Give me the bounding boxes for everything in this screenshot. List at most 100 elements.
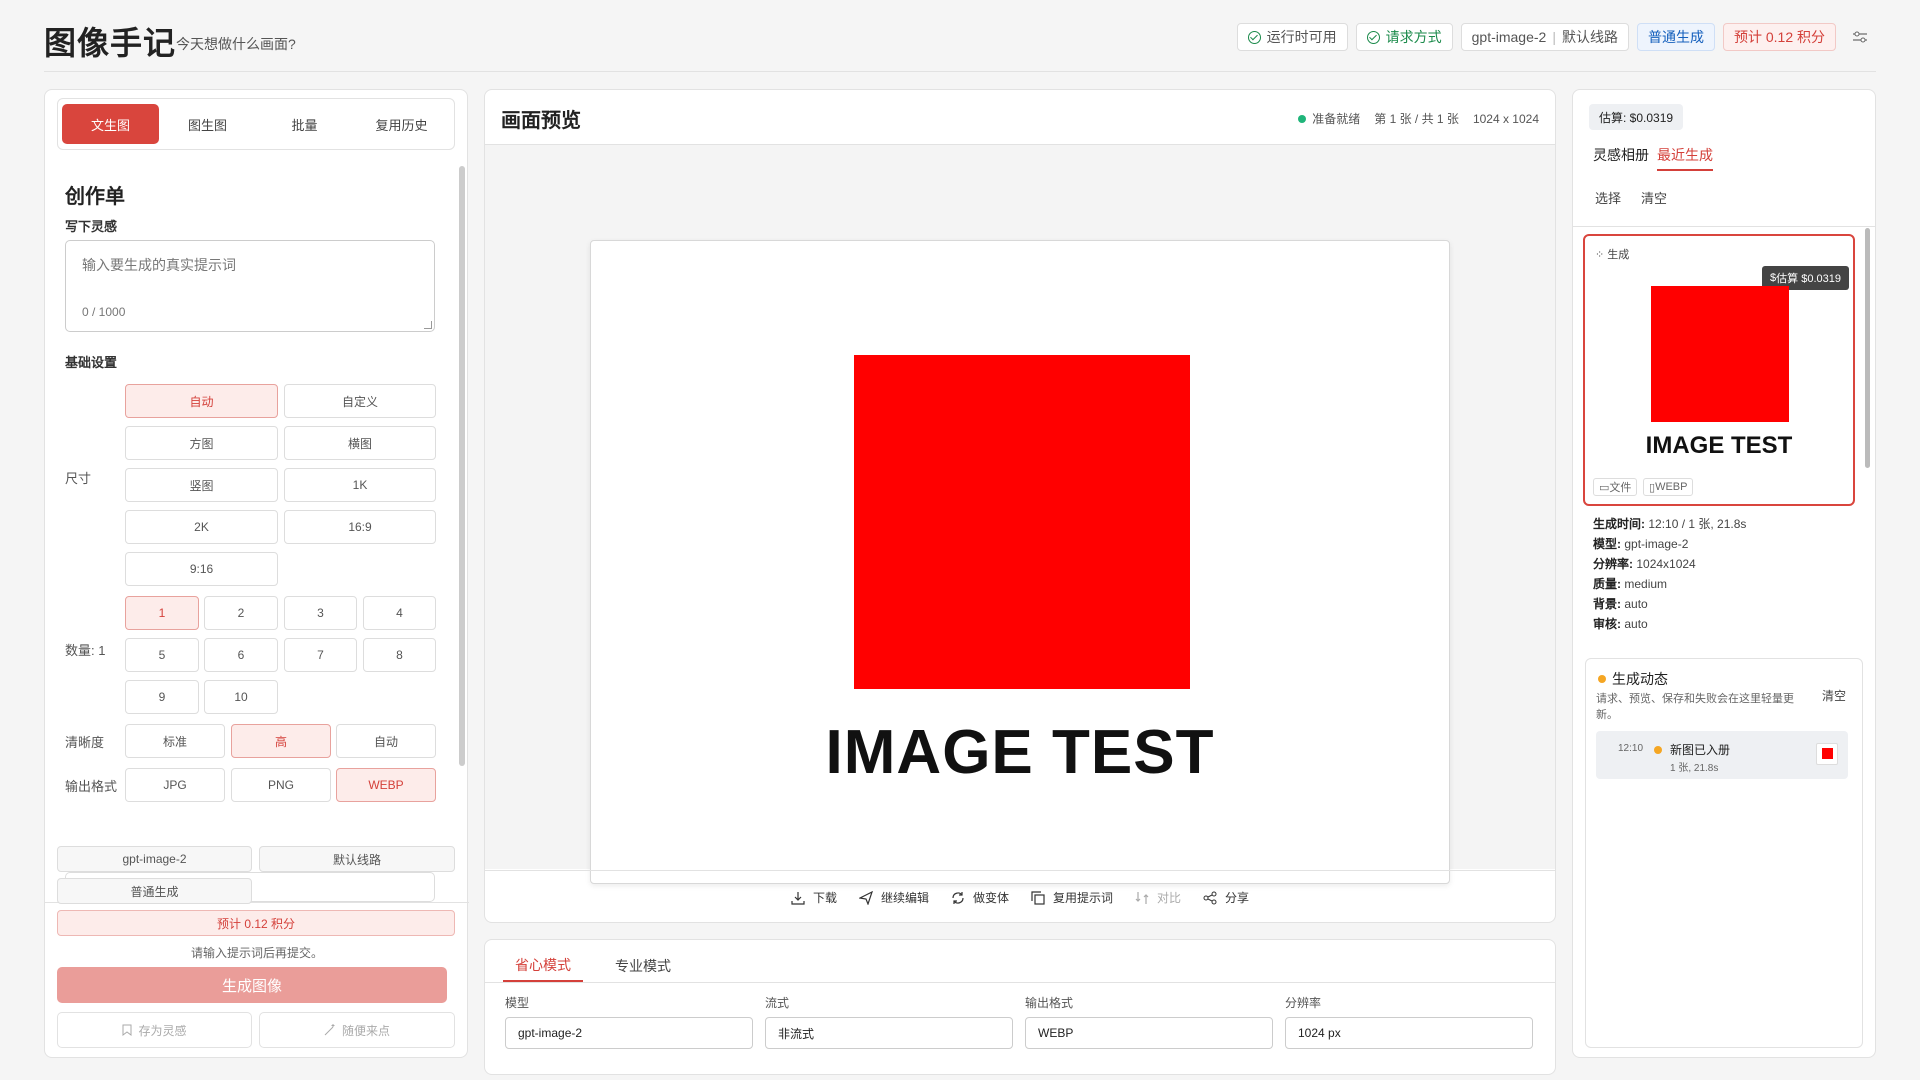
config-panel: 省心模式 专业模式 模型 gpt-image-2 流式 非流式 输出格式 WEBP 分… — [484, 939, 1556, 1075]
image-dimensions: 1024 x 1024 — [1472, 111, 1539, 126]
send-icon — [858, 890, 873, 905]
qty-8-button[interactable]: 8 — [363, 638, 436, 672]
activity-dot-icon — [1598, 675, 1606, 683]
gen-mode-pill[interactable]: 普通生成 — [1636, 23, 1715, 51]
gallery-actions: 选择 清空 — [1595, 188, 1667, 207]
download-button[interactable]: 下载 — [791, 889, 837, 906]
event-dot-icon — [1654, 746, 1662, 754]
activity-thumbnail[interactable] — [1816, 743, 1838, 765]
tab-image-to-image[interactable]: 图生图 — [159, 104, 256, 144]
generate-image-button[interactable]: 生成图像 — [57, 967, 447, 1003]
check-icon — [1247, 30, 1261, 44]
app-title: 图像手记 — [44, 25, 177, 61]
random-prompt-button[interactable]: 随便来点 — [259, 1012, 455, 1048]
clear-link[interactable]: 清空 — [1641, 188, 1667, 207]
preview-image[interactable]: IMAGE TEST — [590, 240, 1450, 884]
model-route-pill[interactable]: gpt-image-2 | 默认线路 — [1460, 23, 1629, 51]
tab-reuse-history[interactable]: 复用历史 — [353, 104, 450, 144]
resolution-field: 分辨率 1024 px — [1285, 994, 1533, 1049]
qty-1-button[interactable]: 1 — [125, 596, 199, 630]
resize-grip-icon[interactable] — [424, 321, 432, 329]
size-custom-button[interactable]: 自定义 — [284, 384, 436, 418]
qty-7-button[interactable]: 7 — [284, 638, 357, 672]
qty-10-button[interactable]: 10 — [204, 680, 278, 714]
compare-button[interactable]: 对比 — [1135, 889, 1181, 906]
size-portrait-button[interactable]: 竖图 — [125, 468, 278, 502]
select-link[interactable]: 选择 — [1595, 188, 1621, 207]
activity-title: 生成动态 — [1598, 669, 1668, 689]
qty-5-button[interactable]: 5 — [125, 638, 199, 672]
size-square-button[interactable]: 方图 — [125, 426, 278, 460]
activity-item[interactable]: 12:10 新图已入册 1 张, 21.8s — [1596, 731, 1848, 779]
generated-image-card[interactable]: ⁘ 生成 $ 估算 $0.0319 IMAGE TEST ▭ 文件 ▯ WEBP — [1583, 234, 1855, 506]
format-select[interactable]: WEBP — [1025, 1017, 1273, 1049]
footer-route-chip[interactable]: 默认线路 — [259, 846, 455, 872]
thumbnail-text: IMAGE TEST — [1645, 432, 1793, 459]
tab-text-to-image[interactable]: 文生图 — [62, 104, 159, 144]
qty-3-button[interactable]: 3 — [284, 596, 357, 630]
resolution-select[interactable]: 1024 px — [1285, 1017, 1533, 1049]
format-webp-button[interactable]: WEBP — [336, 768, 436, 802]
copy-icon — [1031, 890, 1045, 905]
app-subtitle: 今天想做什么画面? — [176, 36, 296, 52]
format-jpg-button[interactable]: JPG — [125, 768, 225, 802]
stream-field: 流式 非流式 — [765, 994, 1013, 1049]
format-png-button[interactable]: PNG — [231, 768, 331, 802]
tab-inspiration-album[interactable]: 灵感相册 — [1593, 145, 1649, 171]
activity-event: 新图已入册 — [1670, 743, 1731, 757]
size-9-16-button[interactable]: 9:16 — [125, 552, 278, 586]
refresh-icon — [952, 891, 964, 904]
activity-detail: 1 张, 21.8s — [1670, 763, 1719, 774]
preview-panel: 画面预览 准备就绪 第 1 张 / 共 1 张 1024 x 1024 IMAG… — [484, 89, 1556, 923]
file-chip[interactable]: ▭ 文件 — [1593, 478, 1638, 496]
settings-sliders-icon[interactable] — [1844, 23, 1876, 51]
tab-batch[interactable]: 批量 — [256, 104, 353, 144]
size-auto-button[interactable]: 自动 — [125, 384, 278, 418]
top-status-bar: 运行时可用 请求方式 gpt-image-2 | 默认线路 普通生成 预计 0.12… — [1236, 23, 1876, 51]
qty-2-button[interactable]: 2 — [204, 596, 278, 630]
estimate-pill: 预计 0.12 积分 — [1722, 23, 1836, 51]
size-1k-button[interactable]: 1K — [284, 468, 436, 502]
generated-label: ⁘ 生成 — [1595, 249, 1630, 261]
size-landscape-button[interactable]: 横图 — [284, 426, 436, 460]
footer-model-chip[interactable]: gpt-image-2 — [57, 846, 252, 872]
stream-select[interactable]: 非流式 — [765, 1017, 1013, 1049]
preview-title: 画面预览 — [501, 110, 581, 132]
qty-4-button[interactable]: 4 — [363, 596, 436, 630]
share-icon — [1203, 891, 1217, 904]
gallery-tabs: 灵感相册 最近生成 — [1593, 145, 1713, 171]
clarity-label: 清晰度 — [65, 735, 105, 750]
config-tabs: 省心模式 专业模式 — [503, 950, 683, 982]
share-button[interactable]: 分享 — [1203, 889, 1249, 906]
clarity-high-button[interactable]: 高 — [231, 724, 331, 758]
footer-gen-mode-chip[interactable]: 普通生成 — [57, 878, 252, 904]
clarity-auto-button[interactable]: 自动 — [336, 724, 436, 758]
continue-edit-button[interactable]: 继续编辑 — [858, 889, 929, 906]
form-scrollbar[interactable] — [459, 166, 465, 766]
download-icon — [791, 891, 805, 905]
tab-recent-generation[interactable]: 最近生成 — [1657, 145, 1713, 171]
runtime-status[interactable]: 运行时可用 — [1236, 23, 1348, 51]
size-2k-button[interactable]: 2K — [125, 510, 278, 544]
model-select[interactable]: gpt-image-2 — [505, 1017, 753, 1049]
check-icon — [1366, 30, 1380, 44]
activity-clear-button[interactable]: 清空 — [1822, 687, 1846, 704]
folder-icon: ▭ — [1599, 481, 1610, 494]
tab-easy-mode[interactable]: 省心模式 — [503, 950, 583, 982]
size-label: 尺寸 — [65, 471, 92, 486]
form-heading: 创作单 — [65, 186, 125, 208]
creation-form: 创作单 写下灵感 输入要生成的真实提示词 0 / 1000 基础设置 尺寸 自动… — [45, 162, 469, 902]
size-16-9-button[interactable]: 16:9 — [284, 510, 436, 544]
clarity-standard-button[interactable]: 标准 — [125, 724, 225, 758]
request-mode-button[interactable]: 请求方式 — [1355, 23, 1453, 51]
qty-9-button[interactable]: 9 — [125, 680, 199, 714]
qty-6-button[interactable]: 6 — [204, 638, 278, 672]
tab-pro-mode[interactable]: 专业模式 — [603, 950, 683, 982]
reuse-prompt-button[interactable]: 复用提示词 — [1031, 889, 1113, 906]
gallery-scrollbar[interactable] — [1865, 228, 1870, 468]
save-inspiration-button[interactable]: 存为灵感 — [57, 1012, 252, 1048]
bookmark-icon — [122, 1024, 132, 1036]
quantity-label: 数量: 1 — [65, 643, 106, 658]
prompt-textarea[interactable]: 输入要生成的真实提示词 0 / 1000 — [65, 240, 435, 332]
variation-button[interactable]: 做变体 — [951, 889, 1009, 906]
